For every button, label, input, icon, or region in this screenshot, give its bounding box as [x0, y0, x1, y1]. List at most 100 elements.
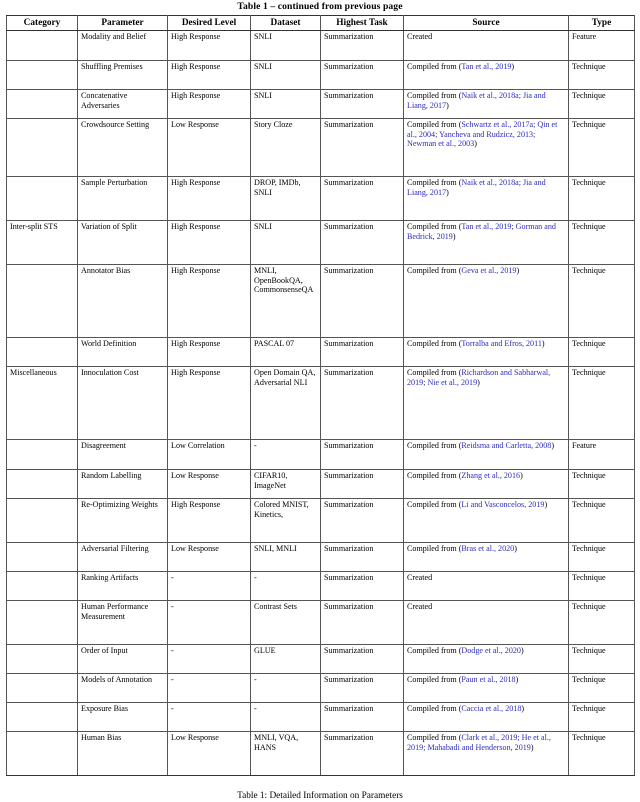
- cell-category: [6, 600, 78, 645]
- cell-highest-task: Summarization: [320, 498, 404, 543]
- cell-source: Compiled from (Tan et al., 2019; Gorman …: [403, 220, 569, 265]
- cell-highest-task: Summarization: [320, 60, 404, 90]
- cell-desired-level: High Response: [167, 60, 251, 90]
- cell-parameter: Re-Optimizing Weights: [77, 498, 168, 543]
- table-row: Disagreement Low Correlation - Summarizatio…: [6, 439, 635, 470]
- cell-category: [6, 118, 78, 177]
- cell-parameter: Modality and Belief: [77, 30, 168, 61]
- source-suffix: ): [544, 500, 548, 509]
- source-prefix: Created: [407, 573, 433, 582]
- cell-dataset: SNLI: [250, 30, 321, 61]
- citation-link[interactable]: Bras et al., 2020: [461, 544, 514, 553]
- cell-highest-task: Summarization: [320, 220, 404, 265]
- cell-category: [6, 264, 78, 338]
- table-caption: Table 1: Detailed Information on Paramet…: [237, 791, 403, 801]
- citation-link[interactable]: Caccia et al., 2018: [461, 704, 521, 713]
- source-prefix: Compiled from (: [407, 471, 462, 480]
- cell-desired-level: Low Response: [167, 731, 251, 776]
- cell-desired-level: High Response: [167, 176, 251, 221]
- table-row: Ranking Artifacts - - Summarization Created T…: [6, 571, 635, 601]
- cell-desired-level: Low Response: [167, 542, 251, 572]
- table-row: Annotator Bias High Response MNLI, OpenBoo…: [6, 264, 635, 338]
- cell-desired-level: -: [167, 644, 251, 674]
- source-prefix: Compiled from (: [407, 544, 462, 553]
- source-suffix: ): [516, 266, 520, 275]
- table-continued-note: Table 1 – continued from previous page: [237, 1, 403, 12]
- source-suffix: ): [477, 377, 480, 387]
- cell-type: Technique: [568, 542, 635, 572]
- cell-parameter: Sample Perturbation: [77, 176, 168, 221]
- cell-source: Compiled from (Schwartz et al., 2017a; Q…: [403, 118, 569, 177]
- cell-category: [6, 439, 78, 470]
- source-prefix: Created: [407, 602, 433, 611]
- citation-link[interactable]: Dodge et al., 2020: [461, 646, 521, 655]
- table-header-row: Category Parameter Desired Level Dataset…: [6, 15, 635, 31]
- cell-source: Compiled from (Richardson and Sabharwal,…: [403, 366, 569, 440]
- cell-type: Technique: [568, 118, 635, 177]
- table-row: Human Performance Measurement - Contrast S…: [6, 600, 635, 645]
- cell-dataset: SNLI: [250, 60, 321, 90]
- cell-desired-level: Low Response: [167, 469, 251, 499]
- cell-parameter: Concatenative Adversaries: [77, 89, 168, 119]
- cell-source: Compiled from (Naik et al., 2018a; Jia a…: [403, 89, 569, 119]
- cell-parameter: Innoculation Cost: [77, 366, 168, 440]
- cell-highest-task: Summarization: [320, 469, 404, 499]
- table-row: Miscellaneous Innoculation Cost High Respo…: [6, 366, 635, 440]
- cell-category: [6, 498, 78, 543]
- cell-type: Technique: [568, 571, 635, 601]
- cell-desired-level: High Response: [167, 264, 251, 338]
- table-row: Sample Perturbation High Response DROP, IM…: [6, 176, 635, 221]
- table-row: Re-Optimizing Weights High Response Colore…: [6, 498, 635, 543]
- cell-desired-level: Low Response: [167, 118, 251, 177]
- cell-category: [6, 469, 78, 499]
- citation-link[interactable]: Torralba and Efros, 2011: [461, 339, 542, 348]
- cell-dataset: MNLI, OpenBookQA, CommonsenseQA: [250, 264, 321, 338]
- cell-category: [6, 571, 78, 601]
- cell-desired-level: -: [167, 673, 251, 703]
- cell-highest-task: Summarization: [320, 264, 404, 338]
- source-prefix: Compiled from (: [407, 339, 462, 348]
- cell-dataset: -: [250, 439, 321, 470]
- citation-link[interactable]: Li and Vasconcelos, 2019: [461, 500, 544, 509]
- citation-link[interactable]: Reidsma and Carletta, 2008: [461, 441, 551, 450]
- cell-type: Technique: [568, 337, 635, 367]
- cell-source: Compiled from (Tan et al., 2019): [403, 60, 569, 90]
- cell-type: Technique: [568, 644, 635, 674]
- source-prefix: Created: [407, 32, 433, 41]
- cell-type: Technique: [568, 89, 635, 119]
- cell-desired-level: -: [167, 600, 251, 645]
- cell-highest-task: Summarization: [320, 600, 404, 645]
- cell-source: Compiled from (Paun et al., 2018): [403, 673, 569, 703]
- cell-type: Technique: [568, 176, 635, 221]
- cell-highest-task: Summarization: [320, 702, 404, 732]
- cell-highest-task: Summarization: [320, 89, 404, 119]
- source-prefix: Compiled from (: [407, 91, 462, 100]
- cell-source: Compiled from (Torralba and Efros, 2011): [403, 337, 569, 367]
- column-header-type: Type: [568, 15, 635, 31]
- source-suffix: ): [446, 100, 449, 110]
- citation-link[interactable]: Tan et al., 2019: [461, 62, 511, 71]
- citation-link[interactable]: Paun et al., 2018: [461, 675, 515, 684]
- column-header-desired-level: Desired Level: [167, 15, 251, 31]
- cell-dataset: Contrast Sets: [250, 600, 321, 645]
- citation-link[interactable]: Zhang et al., 2016: [461, 471, 520, 480]
- cell-desired-level: High Response: [167, 89, 251, 119]
- cell-parameter: Human Bias: [77, 731, 168, 776]
- cell-parameter: Variation of Split: [77, 220, 168, 265]
- cell-category: Inter-split STS: [6, 220, 78, 265]
- source-prefix: Compiled from (: [407, 646, 462, 655]
- table-row: Models of Annotation - - Summarization Compi…: [6, 673, 635, 703]
- cell-dataset: PASCAL 07: [250, 337, 321, 367]
- citation-link[interactable]: Geva et al., 2019: [461, 266, 516, 275]
- cell-category: [6, 176, 78, 221]
- cell-parameter: Adversarial Filtering: [77, 542, 168, 572]
- cell-category: [6, 731, 78, 776]
- cell-dataset: -: [250, 673, 321, 703]
- cell-type: Technique: [568, 366, 635, 440]
- cell-parameter: Shuffling Premises: [77, 60, 168, 90]
- cell-type: Technique: [568, 60, 635, 90]
- source-prefix: Compiled from (: [407, 733, 462, 742]
- source-prefix: Compiled from (: [407, 441, 462, 450]
- cell-desired-level: High Response: [167, 498, 251, 543]
- cell-parameter: Exposure Bias: [77, 702, 168, 732]
